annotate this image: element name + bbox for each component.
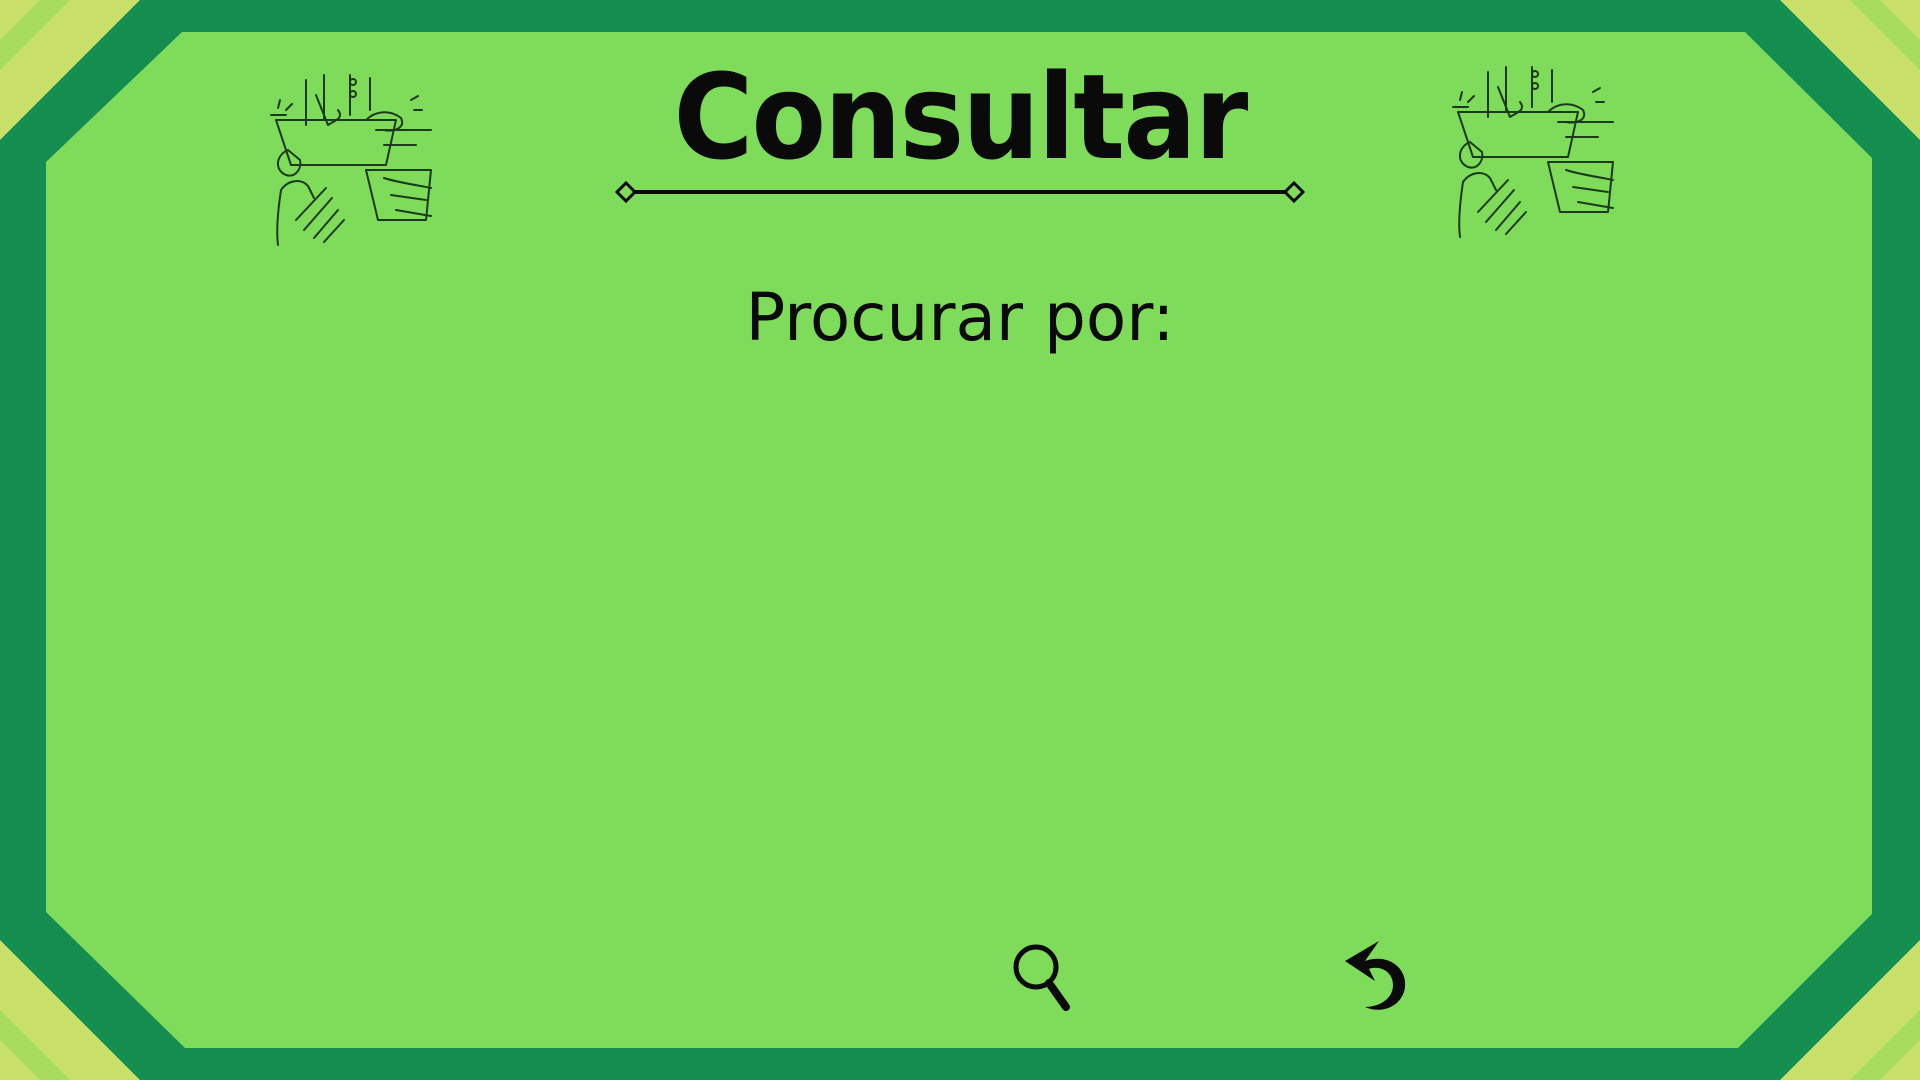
search-prompt-label: Procurar por: (745, 279, 1175, 356)
hands-collaboration-icon (270, 74, 432, 246)
back-arrow-icon (1345, 941, 1406, 1010)
title-underline (614, 180, 1306, 204)
search-button[interactable] (1004, 937, 1084, 1017)
back-button[interactable] (1335, 935, 1415, 1015)
screen: Consultar Procurar por: (0, 0, 1920, 1080)
hands-collaboration-icon (1452, 66, 1614, 238)
page-title: Consultar (673, 48, 1249, 186)
search-icon (1013, 944, 1070, 1011)
